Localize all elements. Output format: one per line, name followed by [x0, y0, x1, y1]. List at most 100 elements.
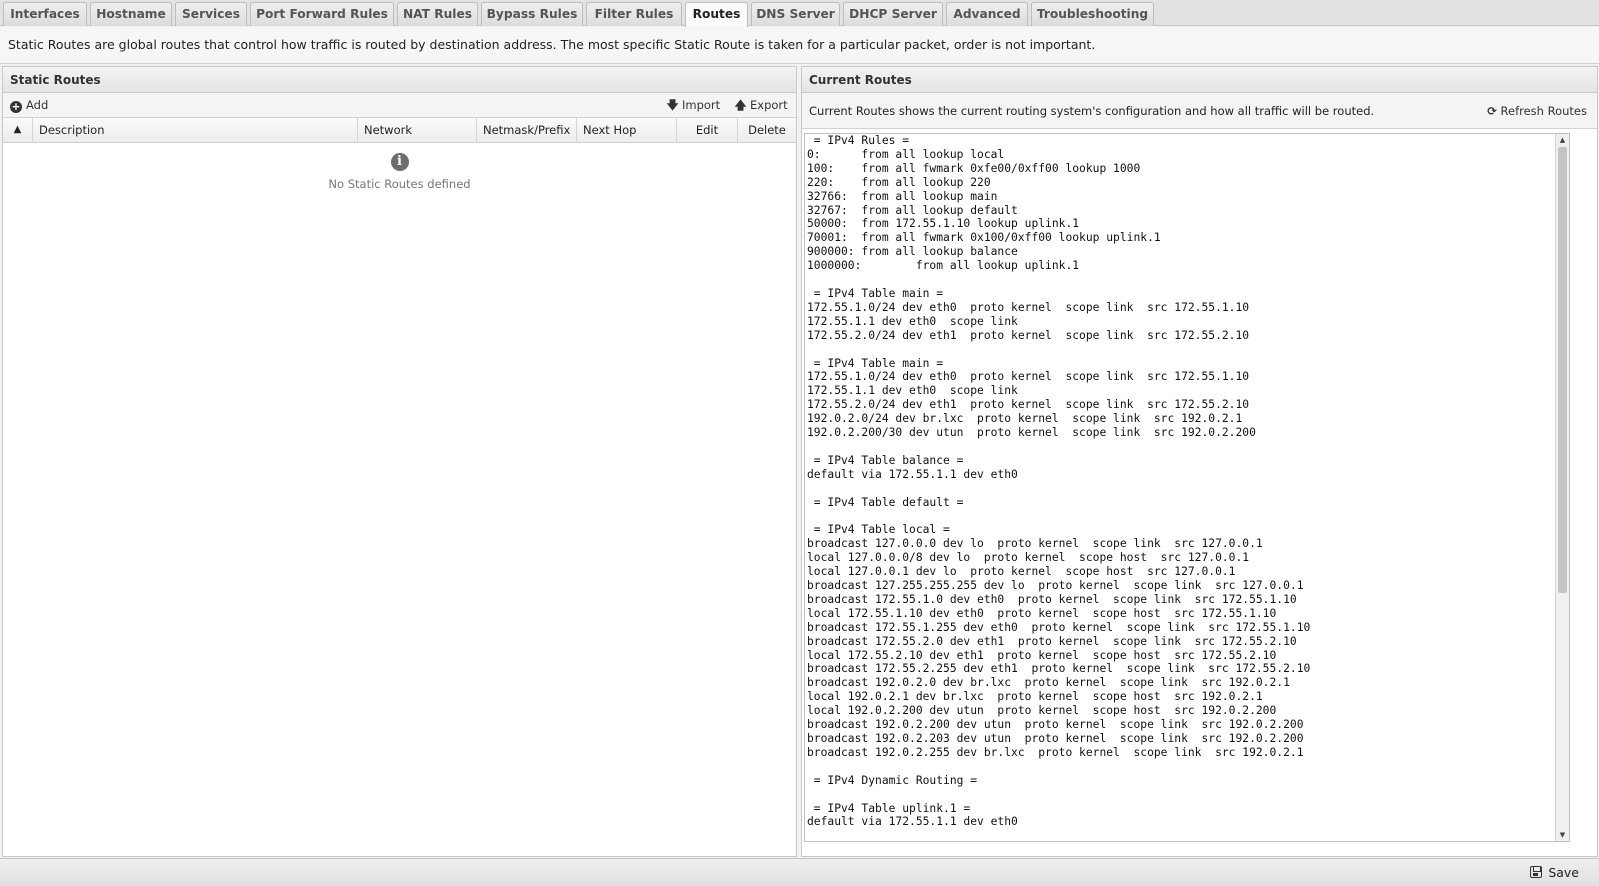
- route-line: local 192.0.2.200 dev utun proto kernel …: [807, 704, 1277, 718]
- route-line: local 172.55.2.10 dev eth1 proto kernel …: [807, 648, 1277, 662]
- route-line: broadcast 192.0.2.255 dev br.lxc proto k…: [807, 745, 1304, 759]
- save-button[interactable]: Save: [1530, 865, 1579, 880]
- scroll-thumb[interactable]: [1558, 147, 1567, 593]
- route-line: = IPv4 Dynamic Routing =: [807, 773, 978, 787]
- static-routes-table-header: ▲ Description Network Netmask/Prefix Nex…: [3, 118, 796, 143]
- route-line: 0: from all lookup local: [807, 147, 1005, 161]
- tab-bar: Interfaces Hostname Services Port Forwar…: [0, 0, 1599, 27]
- current-routes-bar: Current Routes shows the current routing…: [802, 93, 1597, 129]
- route-line: broadcast 172.55.1.0 dev eth0 proto kern…: [807, 592, 1297, 606]
- route-line: broadcast 192.0.2.203 dev utun proto ker…: [807, 731, 1304, 745]
- routes-description: Static Routes are global routes that con…: [0, 27, 1599, 64]
- tab-hostname[interactable]: Hostname: [90, 2, 172, 26]
- tab-dns-server[interactable]: DNS Server: [751, 2, 840, 26]
- column-next-hop[interactable]: Next Hop: [577, 118, 677, 143]
- tab-nat-rules[interactable]: NAT Rules: [397, 2, 478, 26]
- route-line: 1000000: from all lookup uplink.1: [807, 259, 1080, 273]
- route-line: default via 172.55.1.1 dev eth0: [807, 467, 1018, 481]
- info-icon: i: [390, 153, 409, 171]
- route-line: local 127.0.0.0/8 dev lo proto kernel sc…: [807, 551, 1250, 565]
- column-network[interactable]: Network: [358, 118, 477, 143]
- tab-routes[interactable]: Routes: [685, 2, 748, 27]
- tab-advanced[interactable]: Advanced: [946, 2, 1028, 26]
- current-routes-panel: Current Routes Current Routes shows the …: [801, 66, 1598, 857]
- route-line: local 192.0.2.1 dev br.lxc proto kernel …: [807, 690, 1263, 704]
- refresh-icon: ⟳: [1487, 104, 1497, 118]
- scroll-down-icon[interactable]: ▼: [1556, 829, 1569, 841]
- tab-filter-rules[interactable]: Filter Rules: [586, 2, 682, 26]
- column-edit: Edit: [677, 118, 738, 143]
- arrow-up-icon: 🡅: [734, 98, 747, 112]
- floppy-disk-icon: [1530, 866, 1543, 878]
- route-line: 172.55.1.1 dev eth0 scope link: [807, 314, 1018, 328]
- route-line: broadcast 172.55.1.255 dev eth0 proto ke…: [807, 620, 1311, 634]
- route-line: = IPv4 Table default =: [807, 495, 964, 509]
- static-routes-toolbar: + Add 🡇 Import 🡅 Export: [3, 93, 796, 118]
- tab-dhcp-server[interactable]: DHCP Server: [843, 2, 943, 26]
- scroll-up-icon[interactable]: ▲: [1556, 134, 1569, 146]
- route-line: = IPv4 Table main =: [807, 286, 944, 300]
- column-delete: Delete: [748, 123, 786, 137]
- route-line: = IPv4 Table main =: [807, 356, 944, 370]
- refresh-routes-button[interactable]: ⟳ Refresh Routes: [1487, 104, 1587, 118]
- tab-troubleshooting[interactable]: Troubleshooting: [1031, 2, 1154, 26]
- route-line: 220: from all lookup 220: [807, 175, 991, 189]
- sort-icon[interactable]: ▲: [3, 118, 33, 143]
- route-line: broadcast 172.55.2.255 dev eth1 proto ke…: [807, 662, 1311, 676]
- add-button[interactable]: + Add: [10, 98, 48, 113]
- route-line: [807, 440, 1552, 454]
- route-line: 172.55.1.1 dev eth0 scope link: [807, 384, 1018, 398]
- route-line: 70001: from all fwmark 0x100/0xff00 look…: [807, 231, 1161, 245]
- route-line: broadcast 127.255.255.255 dev lo proto k…: [807, 579, 1304, 592]
- route-line: [807, 343, 1552, 357]
- route-line: [807, 829, 1552, 841]
- route-line: = IPv4 Table local =: [807, 523, 950, 537]
- route-line: broadcast 172.55.2.0 dev eth1 proto kern…: [807, 634, 1297, 648]
- route-line: 50000: from 172.55.1.10 lookup uplink.1: [807, 217, 1080, 231]
- route-line: 900000: from all lookup balance: [807, 245, 1018, 259]
- route-line: 172.55.1.0/24 dev eth0 proto kernel scop…: [807, 370, 1250, 384]
- route-line: broadcast 192.0.2.200 dev utun proto ker…: [807, 718, 1304, 732]
- routes-output[interactable]: = IPv4 Rules = 0: from all lookup local 10…: [804, 133, 1570, 842]
- static-routes-title: Static Routes: [3, 67, 796, 93]
- tab-interfaces[interactable]: Interfaces: [3, 2, 87, 26]
- current-routes-title: Current Routes: [802, 67, 1597, 93]
- add-icon: +: [10, 100, 22, 113]
- empty-message: No Static Routes defined: [328, 177, 471, 191]
- route-line: 172.55.1.0/24 dev eth0 proto kernel scop…: [807, 300, 1250, 314]
- route-line: broadcast 127.0.0.0 dev lo proto kernel …: [807, 537, 1263, 551]
- route-line: 172.55.2.0/24 dev eth1 proto kernel scop…: [807, 398, 1250, 412]
- column-netmask-prefix[interactable]: Netmask/Prefix: [477, 118, 577, 143]
- bottom-bar: Save: [0, 858, 1599, 886]
- route-line: [807, 273, 1552, 287]
- route-line: = IPv4 Rules =: [807, 134, 910, 147]
- route-line: 32766: from all lookup main: [807, 189, 998, 203]
- empty-state: i No Static Routes defined: [3, 153, 796, 191]
- column-description[interactable]: Description: [33, 118, 358, 143]
- routes-scrollbar[interactable]: ▲ ▼: [1555, 134, 1569, 841]
- tab-bypass-rules[interactable]: Bypass Rules: [481, 2, 583, 26]
- route-line: broadcast 192.0.2.0 dev br.lxc proto ker…: [807, 676, 1290, 690]
- route-line: 192.0.2.200/30 dev utun proto kernel sco…: [807, 426, 1256, 440]
- route-line: [807, 482, 1552, 496]
- route-line: [807, 760, 1552, 774]
- routes-text: = IPv4 Rules = 0: from all lookup local 10…: [807, 134, 1552, 841]
- route-line: local 127.0.0.1 dev lo proto kernel scop…: [807, 565, 1236, 579]
- route-line: 32767: from all lookup default: [807, 203, 1018, 217]
- import-button[interactable]: 🡇 Import: [666, 98, 721, 117]
- arrow-down-icon: 🡇: [666, 98, 679, 112]
- route-line: [807, 509, 1552, 523]
- tab-services[interactable]: Services: [175, 2, 247, 26]
- route-line: 192.0.2.0/24 dev br.lxc proto kernel sco…: [807, 412, 1243, 426]
- route-line: 100: from all fwmark 0xfe00/0xff00 looku…: [807, 161, 1141, 175]
- route-line: local 172.55.1.10 dev eth0 proto kernel …: [807, 606, 1277, 620]
- export-button[interactable]: 🡅 Export: [734, 98, 788, 117]
- static-routes-panel: Static Routes + Add 🡇 Import 🡅 Export ▲ Des…: [2, 66, 797, 857]
- route-line: 172.55.2.0/24 dev eth1 proto kernel scop…: [807, 328, 1250, 342]
- route-line: = IPv4 Table uplink.1 =: [807, 801, 971, 815]
- route-line: = IPv4 Table balance =: [807, 453, 964, 467]
- tab-port-forward-rules[interactable]: Port Forward Rules: [250, 2, 394, 26]
- route-line: [807, 788, 1552, 802]
- route-line: default via 172.55.1.1 dev eth0: [807, 815, 1018, 829]
- current-routes-description: Current Routes shows the current routing…: [809, 104, 1375, 118]
